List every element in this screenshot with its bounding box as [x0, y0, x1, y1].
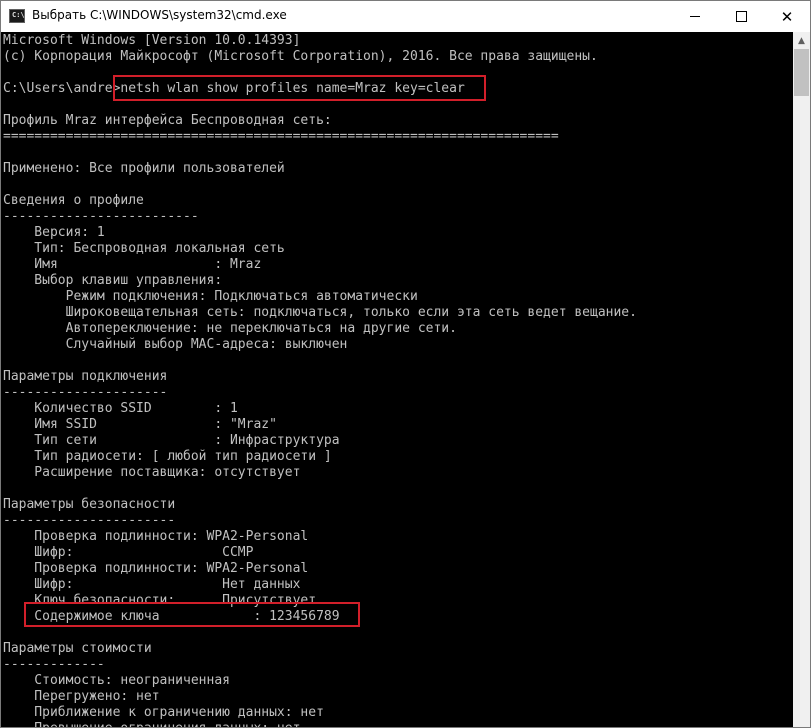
console-line: Применено: Все профили пользователей [3, 161, 285, 176]
console-line: Параметры подключения [3, 369, 168, 384]
close-icon: ✕ [780, 7, 794, 26]
console-line: ========================================… [3, 129, 559, 144]
minimize-icon [690, 16, 700, 17]
maximize-button[interactable] [718, 1, 764, 32]
console-line: Тип: Беспроводная локальная сеть [3, 241, 285, 256]
scroll-up-icon[interactable]: ▲ [793, 32, 810, 49]
console-line: --------------------- [3, 385, 168, 400]
cmd-icon-label: C:\ [12, 11, 25, 19]
console-line: Проверка подлинности: WPA2-Personal [3, 529, 309, 544]
console-line: Сведения о профиле [3, 193, 144, 208]
console-line: Профиль Mraz интерфейса Беспроводная сет… [3, 113, 332, 128]
console-line: Имя SSID : "Mraz" [3, 417, 277, 432]
console-line: Широковещательная сеть: подключаться, то… [3, 305, 637, 320]
console-line: ---------------------- [3, 513, 176, 528]
close-button[interactable]: ✕ [764, 1, 810, 32]
console-line: Перегружено: нет [3, 689, 160, 704]
console-line: ------------- [3, 657, 105, 672]
minimize-button[interactable] [672, 1, 718, 32]
console-line: Шифр: Нет данных [3, 577, 301, 592]
console-line: Тип сети : Инфраструктура [3, 433, 340, 448]
vertical-scrollbar[interactable]: ▲ [793, 32, 810, 727]
console-line: Версия: 1 [3, 225, 105, 240]
console-line: Параметры безопасности [3, 497, 176, 512]
console-line: Стоимость: неограниченная [3, 673, 230, 688]
console-line: Количество SSID : 1 [3, 401, 238, 416]
console-line: Тип радиосети: [ любой тип радиосети ] [3, 449, 332, 464]
window-title: Выбрать C:\WINDOWS\system32\cmd.exe [32, 8, 287, 22]
console-line: Имя : Mraz [3, 257, 262, 272]
console-line: Шифр: CCMP [3, 545, 254, 560]
maximize-icon [735, 11, 747, 22]
console-line: Автопереключение: не переключаться на др… [3, 321, 457, 336]
console-line: Microsoft Windows [Version 10.0.14393] [3, 33, 301, 48]
key-content-highlight-box [24, 602, 360, 627]
console-line: Параметры стоимости [3, 641, 152, 656]
command-highlight-box [113, 75, 486, 101]
console-line: (c) Корпорация Майкрософт (Microsoft Cor… [3, 49, 598, 64]
console-line: ------------------------- [3, 209, 199, 224]
console-line: Расширение поставщика: отсутствует [3, 465, 301, 480]
console-line: Случайный выбор MAC-адреса: выключен [3, 337, 348, 352]
console-line: Превышение ограничения данных: нет [3, 721, 300, 727]
console-line: Режим подключения: Подключаться автомати… [3, 289, 418, 304]
console-line: Выбор клавиш управления: [3, 273, 223, 288]
console-line: Проверка подлинности: WPA2-Personal [3, 561, 309, 576]
scrollbar-thumb[interactable] [794, 49, 809, 96]
title-bar[interactable]: C:\ Выбрать C:\WINDOWS\system32\cmd.exe … [1, 1, 810, 32]
cmd-icon[interactable]: C:\ [9, 9, 25, 23]
console-line: Приближение к ограничению данных: нет [3, 705, 324, 720]
